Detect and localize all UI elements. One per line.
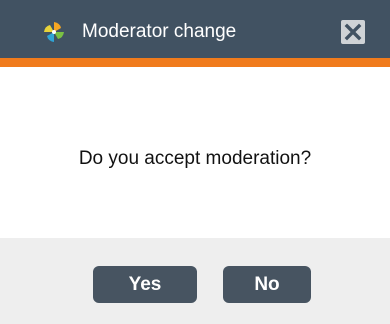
no-button[interactable]: No (223, 266, 311, 303)
close-button[interactable] (341, 20, 365, 44)
close-icon (341, 20, 365, 44)
yes-button[interactable]: Yes (93, 266, 197, 303)
pinwheel-logo-icon (43, 21, 65, 43)
title-accent-stripe (0, 58, 390, 67)
dialog-message: Do you accept moderation? (78, 148, 312, 169)
dialog-body: Do you accept moderation? (0, 67, 390, 238)
dialog-titlebar: Moderator change (0, 0, 390, 58)
moderator-change-dialog: Moderator change Do you accept moderatio… (0, 0, 390, 324)
dialog-footer: Yes No (0, 238, 390, 324)
dialog-title: Moderator change (82, 21, 237, 42)
